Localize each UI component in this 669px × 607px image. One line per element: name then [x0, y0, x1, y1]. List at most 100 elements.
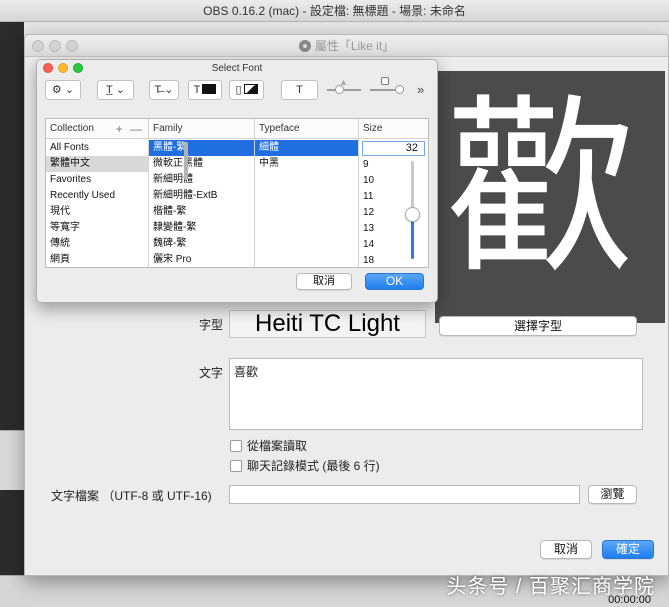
text-color-swatch [202, 84, 217, 94]
obs-panel-strip [0, 430, 24, 490]
read-from-file-label: 從檔案讀取 [247, 439, 308, 453]
family-item[interactable]: 新細明體-ExtB [149, 188, 254, 204]
family-header: Family [149, 119, 254, 139]
document-color-button[interactable]: ▯ [229, 80, 264, 100]
font-browser: Collection + — All Fonts 繁體中文 Favorites Rec… [45, 118, 429, 268]
size-item[interactable]: 11 [359, 189, 399, 205]
close-window-button[interactable] [32, 40, 44, 52]
size-item[interactable]: 12 [359, 205, 399, 221]
select-font-button[interactable]: 選擇字型 [439, 316, 637, 336]
text-color-button[interactable]: T [188, 80, 222, 100]
watermark: 头条号 / 百聚汇商学院 [446, 576, 655, 598]
text-preview: 歡 [435, 71, 665, 323]
properties-title: 屬性「Like it」 [314, 39, 395, 53]
read-from-file-checkbox[interactable] [230, 440, 242, 452]
chatlog-mode-option[interactable]: 聊天記錄模式 (最後 6 行) [230, 457, 380, 474]
collection-header: Collection + — [46, 119, 148, 139]
size-list: 9 10 11 12 13 14 18 [359, 157, 399, 269]
collection-list: All Fonts 繁體中文 Favorites Recently Used 現代 等寬字… [46, 140, 148, 268]
text-label: 文字 [198, 366, 223, 380]
typeface-list: 細體 中黑 [255, 140, 358, 172]
typeface-column: Typeface 細體 中黑 [255, 119, 359, 267]
family-scrollbar[interactable] [184, 142, 188, 180]
zoom-panel-button[interactable] [73, 63, 83, 73]
size-column: Size 32 9 10 11 12 13 14 18 [359, 119, 428, 267]
collection-header-label: Collection [50, 123, 94, 134]
select-font-panel: Select Font ⚙ ⌄ T̲ ⌄ T̶ ⌄ T ▯ T ▲ » Coll… [36, 59, 438, 303]
collection-column: Collection + — All Fonts 繁體中文 Favorites Rec… [46, 119, 149, 267]
size-item[interactable]: 13 [359, 221, 399, 237]
browse-button[interactable]: 瀏覽 [588, 485, 637, 504]
underline-icon: T̲ [105, 84, 113, 96]
action-menu-button[interactable]: ⚙ ⌄ [45, 80, 81, 100]
family-item[interactable]: 隸變體-繁 [149, 220, 254, 236]
family-item[interactable]: 微軟正黑體 [149, 156, 254, 172]
ok-button[interactable]: 確定 [602, 540, 654, 559]
typeface-item[interactable]: 細體 [255, 140, 358, 156]
chevron-down-icon: ⌄ [164, 84, 174, 96]
family-item[interactable]: 新細明體 [149, 172, 254, 188]
underline-button[interactable]: T̲ ⌄ [97, 80, 134, 100]
text-color-icon: T [193, 84, 201, 96]
size-input[interactable]: 32 [362, 141, 425, 156]
properties-titlebar: 屬性「Like it」 [25, 35, 668, 57]
size-item[interactable]: 18 [359, 253, 399, 269]
text-shadow-icon: T [296, 84, 303, 96]
font-display: Heiti TC Light [229, 310, 426, 338]
family-item[interactable]: 儷宋 Pro [149, 252, 254, 268]
text-input[interactable]: 喜歡 [229, 358, 643, 430]
typeface-header: Typeface [255, 119, 358, 139]
cancel-button[interactable]: 取消 [540, 540, 592, 559]
collection-item[interactable]: 等寬字 [46, 220, 148, 236]
chevron-down-icon: ⌄ [64, 84, 75, 96]
chevron-down-icon: ⌄ [115, 84, 125, 96]
obs-preview-background [0, 22, 24, 582]
read-from-file-option[interactable]: 從檔案讀取 [230, 437, 307, 454]
document-color-swatch [243, 84, 258, 94]
gear-icon: ⚙ [51, 84, 62, 96]
family-item[interactable]: 黑體-繁 [149, 140, 254, 156]
preview-text: 歡 [445, 78, 636, 299]
shadow-opacity-knob[interactable] [335, 85, 344, 94]
size-item[interactable]: 14 [359, 237, 399, 253]
family-item[interactable]: 楷體-繁 [149, 204, 254, 220]
text-shadow-button[interactable]: T [281, 80, 318, 100]
collection-item[interactable]: 傳統 [46, 236, 148, 252]
size-item[interactable]: 9 [359, 157, 399, 173]
chatlog-mode-checkbox[interactable] [230, 460, 242, 472]
obs-window-title: OBS 0.16.2 (mac) - 設定檔: 無標題 - 場景: 未命名 [0, 0, 669, 22]
size-header: Size [359, 119, 428, 139]
minimize-panel-button[interactable] [58, 63, 68, 73]
shadow-blur-icon [381, 77, 389, 85]
minimize-window-button[interactable] [49, 40, 61, 52]
text-file-label: 文字檔案 （UTF-8 或 UTF-16) [51, 489, 212, 503]
close-panel-button[interactable] [43, 63, 53, 73]
collection-item[interactable]: All Fonts [46, 140, 148, 156]
chatlog-mode-label: 聊天記錄模式 (最後 6 行) [247, 459, 380, 473]
size-item[interactable]: 10 [359, 173, 399, 189]
zoom-window-button[interactable] [66, 40, 78, 52]
strikethrough-icon: T̶ [154, 84, 162, 96]
family-column: Family 黑體-繁 微軟正黑體 新細明體 新細明體-ExtB 楷體-繁 隸變體-繁 魏碑… [149, 119, 255, 267]
font-label: 字型 [198, 318, 223, 332]
document-color-icon: ▯ [235, 84, 242, 96]
select-font-title: Select Font [211, 63, 263, 74]
collection-item[interactable]: 網頁 [46, 252, 148, 268]
obs-logo-icon [298, 40, 311, 52]
strikethrough-button[interactable]: T̶ ⌄ [149, 80, 179, 100]
shadow-opacity-slider[interactable] [327, 89, 361, 91]
text-file-input[interactable] [229, 485, 580, 504]
collection-item[interactable]: 繁體中文 [46, 156, 148, 172]
collection-add-remove-button[interactable]: + — [116, 119, 144, 139]
family-item[interactable]: 魏碑-繁 [149, 236, 254, 252]
font-ok-button[interactable]: OK [365, 273, 424, 290]
family-list: 黑體-繁 微軟正黑體 新細明體 新細明體-ExtB 楷體-繁 隸變體-繁 魏碑-繁 儷宋 Pr… [149, 140, 254, 268]
typeface-item[interactable]: 中黑 [255, 156, 358, 172]
collection-item[interactable]: Favorites [46, 172, 148, 188]
more-tools-button[interactable]: » [417, 82, 424, 97]
font-cancel-button[interactable]: 取消 [296, 273, 352, 290]
shadow-blur-knob[interactable] [395, 85, 404, 94]
collection-item[interactable]: Recently Used [46, 188, 148, 204]
collection-item[interactable]: 現代 [46, 204, 148, 220]
size-slider-knob[interactable] [405, 207, 420, 223]
